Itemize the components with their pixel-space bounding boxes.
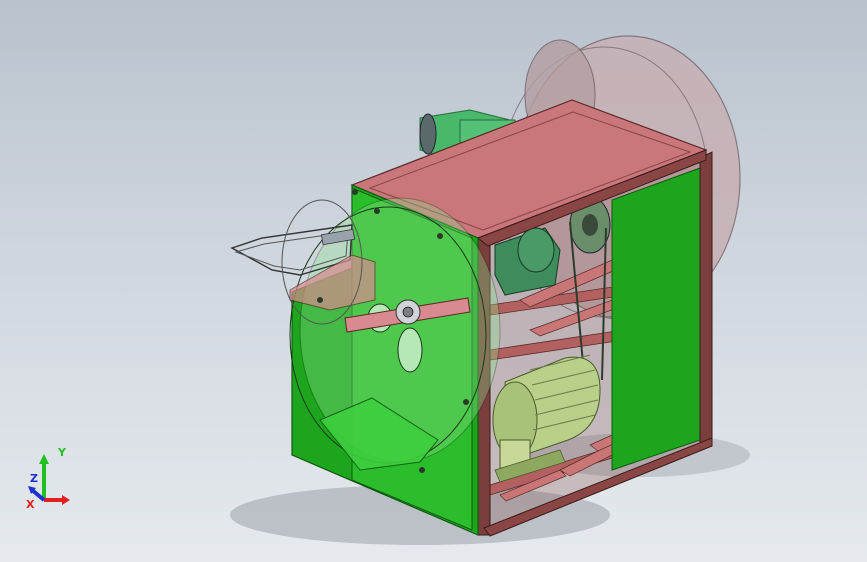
assembly-model[interactable] [0, 0, 867, 562]
cad-viewport[interactable]: Y Z X [0, 0, 867, 562]
z-axis-label: Z [30, 472, 38, 485]
x-arrow-head [62, 495, 70, 505]
triad-graphic: Y Z X [26, 446, 70, 511]
frame-right-post [699, 151, 713, 446]
y-arrow-head [39, 454, 49, 464]
y-axis-label: Y [57, 446, 67, 459]
x-axis-label: X [26, 498, 35, 511]
right-side-panel [611, 167, 701, 471]
coordinate-triad: Y Z X [18, 444, 78, 514]
